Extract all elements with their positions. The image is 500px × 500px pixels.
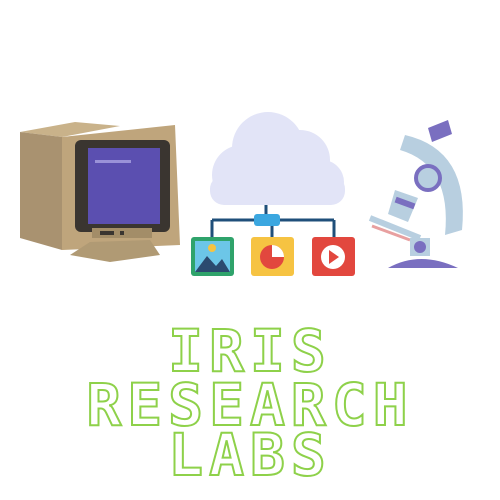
video-file-icon xyxy=(312,237,355,276)
illustration xyxy=(20,112,463,276)
cloud-network-icon xyxy=(210,112,345,238)
microscope-icon xyxy=(368,120,463,268)
image-file-icon xyxy=(191,237,234,276)
pie-chart-file-icon xyxy=(251,237,294,276)
retro-computer-icon xyxy=(20,122,180,262)
logo-line-labs: LABS xyxy=(167,421,332,489)
